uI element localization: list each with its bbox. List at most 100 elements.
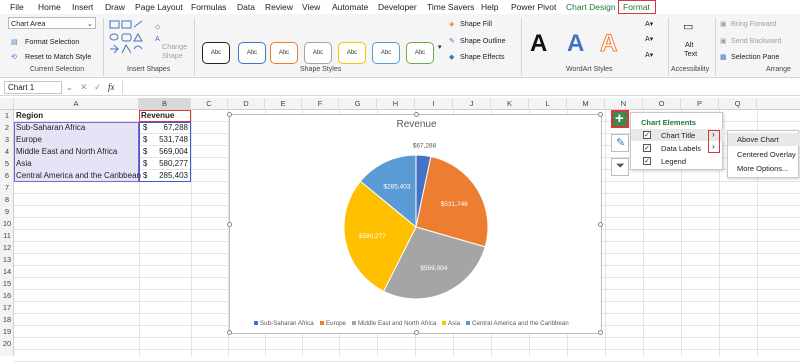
tab-draw[interactable]: Draw: [105, 2, 125, 12]
tab-insert[interactable]: Insert: [72, 2, 93, 12]
column-header-a[interactable]: A: [14, 98, 139, 110]
format-selection-button[interactable]: Format Selection: [25, 37, 79, 46]
column-header-i[interactable]: I: [415, 98, 453, 110]
name-box[interactable]: Chart 1: [4, 81, 62, 94]
column-header-c[interactable]: C: [191, 98, 228, 110]
tab-home[interactable]: Home: [38, 2, 61, 12]
formula-input[interactable]: [122, 81, 798, 94]
alt-text-button[interactable]: Alt: [685, 40, 693, 49]
column-header-n[interactable]: N: [605, 98, 643, 110]
column-header-q[interactable]: Q: [719, 98, 757, 110]
data-labels-checkbox[interactable]: ✓: [643, 144, 651, 152]
resize-handle[interactable]: [227, 330, 232, 335]
data-label[interactable]: $569,004: [420, 265, 447, 272]
row-header[interactable]: 2: [0, 122, 14, 134]
row-header[interactable]: 19: [0, 326, 14, 338]
shape-style-7[interactable]: Abc: [406, 42, 434, 64]
row-header[interactable]: 17: [0, 302, 14, 314]
send-backward-button[interactable]: Send Backward: [731, 36, 781, 45]
shape-fill-button[interactable]: Shape Fill: [460, 19, 492, 28]
chevron-right-icon[interactable]: ›: [712, 142, 715, 151]
row-header[interactable]: 8: [0, 194, 14, 206]
data-label[interactable]: $285,403: [383, 184, 410, 191]
gallery-scroll-icon[interactable]: ▾: [438, 42, 442, 51]
row-header[interactable]: 1: [0, 110, 14, 122]
shape-style-1[interactable]: Abc: [202, 42, 230, 64]
cell-a6[interactable]: Central America and the Caribbean: [14, 170, 141, 182]
cell-b5[interactable]: 580,277: [150, 158, 188, 170]
cell-a3[interactable]: Europe: [14, 134, 139, 146]
tab-formulas[interactable]: Formulas: [191, 2, 226, 12]
chart-element-dropdown[interactable]: Chart Area ⌄: [8, 17, 96, 29]
shape-style-4[interactable]: Abc: [304, 42, 332, 64]
wordart-style-blue[interactable]: A: [567, 30, 584, 58]
tab-review[interactable]: Review: [265, 2, 293, 12]
column-header-o[interactable]: O: [643, 98, 681, 110]
shape-style-5[interactable]: Abc: [338, 42, 366, 64]
data-label[interactable]: $67,288: [413, 142, 437, 149]
tab-developer[interactable]: Developer: [378, 2, 417, 12]
resize-handle[interactable]: [414, 330, 419, 335]
column-header-h[interactable]: H: [377, 98, 415, 110]
tab-chart-design[interactable]: Chart Design: [566, 2, 616, 12]
enter-icon[interactable]: ✓: [94, 82, 102, 93]
shape-style-6[interactable]: Abc: [372, 42, 400, 64]
text-outline-icon[interactable]: A▾: [645, 34, 653, 43]
row-header[interactable]: 5: [0, 158, 14, 170]
wordart-style-orange-outline[interactable]: A: [599, 30, 617, 58]
column-header-j[interactable]: J: [453, 98, 491, 110]
row-header[interactable]: 3: [0, 134, 14, 146]
tab-view[interactable]: View: [302, 2, 320, 12]
resize-handle[interactable]: [598, 222, 603, 227]
above-chart-row[interactable]: Above Chart: [728, 133, 800, 146]
column-header-d[interactable]: D: [228, 98, 265, 110]
cell-b2[interactable]: 67,288: [150, 122, 188, 134]
row-header[interactable]: 12: [0, 242, 14, 254]
legend-entry[interactable]: Sub-Saharan Africa: [254, 320, 314, 327]
text-fill-icon[interactable]: A▾: [645, 19, 653, 28]
resize-handle[interactable]: [598, 112, 603, 117]
column-header-p[interactable]: P: [681, 98, 719, 110]
tab-data[interactable]: Data: [237, 2, 255, 12]
cell-b4[interactable]: 569,004: [150, 146, 188, 158]
data-labels-option[interactable]: Data Labels: [661, 144, 701, 153]
more-options-option[interactable]: More Options...: [737, 164, 788, 173]
tab-help[interactable]: Help: [481, 2, 498, 12]
cell-a4[interactable]: Middle East and North Africa: [14, 146, 139, 158]
insert-function-button[interactable]: fx: [108, 82, 115, 92]
row-header[interactable]: 13: [0, 254, 14, 266]
resize-handle[interactable]: [414, 112, 419, 117]
row-header[interactable]: 20: [0, 338, 14, 350]
legend-entry[interactable]: Central America and the Caribbean: [466, 320, 569, 327]
reset-to-match-style-button[interactable]: Reset to Match Style: [25, 52, 91, 61]
cancel-icon[interactable]: ✕: [80, 82, 88, 93]
shape-outline-button[interactable]: Shape Outline: [460, 36, 506, 45]
column-header-g[interactable]: G: [339, 98, 377, 110]
resize-handle[interactable]: [598, 330, 603, 335]
centered-overlay-option[interactable]: Centered Overlay: [737, 150, 796, 159]
column-header-e[interactable]: E: [265, 98, 302, 110]
wordart-style-black[interactable]: A: [530, 30, 547, 58]
tab-automate[interactable]: Automate: [332, 2, 368, 12]
tab-time-savers[interactable]: Time Savers: [427, 2, 474, 12]
cell-b3[interactable]: 531,748: [150, 134, 188, 146]
legend-entry[interactable]: Asia: [442, 320, 460, 327]
column-header-k[interactable]: K: [491, 98, 529, 110]
shape-style-3[interactable]: Abc: [270, 42, 298, 64]
chart-elements-button[interactable]: +: [611, 110, 629, 128]
row-header[interactable]: 4: [0, 146, 14, 158]
resize-handle[interactable]: [227, 112, 232, 117]
row-header[interactable]: 11: [0, 230, 14, 242]
cell-a5[interactable]: Asia: [14, 158, 139, 170]
chart-title-option[interactable]: Chart Title: [661, 131, 695, 140]
above-chart-option[interactable]: Above Chart: [737, 135, 779, 144]
chart-styles-button[interactable]: ✎: [611, 134, 629, 152]
change-shape-button[interactable]: Change: [162, 42, 187, 51]
cell-b6[interactable]: 285,403: [150, 170, 188, 182]
legend-entry[interactable]: Middle East and North Africa: [352, 320, 436, 327]
name-box-chevron-icon[interactable]: ⌄: [66, 83, 73, 92]
legend-checkbox[interactable]: ✓: [643, 157, 651, 165]
row-header[interactable]: 9: [0, 206, 14, 218]
data-label[interactable]: $580,277: [359, 233, 386, 240]
shapes-gallery[interactable]: [108, 19, 150, 59]
